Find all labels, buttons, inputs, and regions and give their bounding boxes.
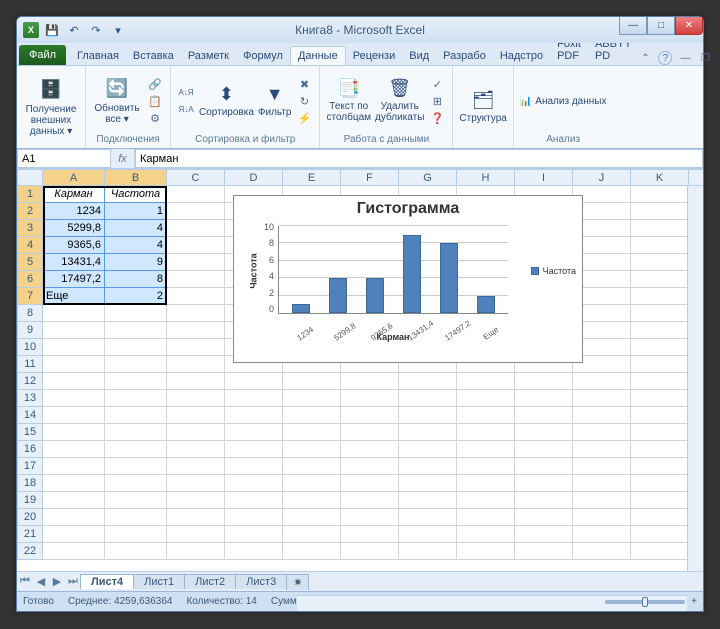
group-get-data: 🗄️ Получение внешних данных ▾ [17, 66, 86, 148]
maximize-button[interactable]: □ [647, 17, 675, 35]
outline-button[interactable]: 🗂 Структура [459, 91, 506, 124]
tab-data[interactable]: Данные [290, 46, 346, 65]
minimize-button[interactable]: — [619, 17, 647, 35]
ribbon: 🗄️ Получение внешних данных ▾ 🔄 Обновить… [17, 65, 703, 149]
y-axis-ticks: 1086420 [250, 222, 274, 314]
tab-home[interactable]: Главная [70, 47, 126, 65]
tab-file[interactable]: Файл [19, 45, 66, 65]
excel-window: X 💾 ↶ ↷ ▾ Книга8 - Microsoft Excel — □ ✕… [16, 16, 704, 612]
tab-formulas[interactable]: Формул [236, 47, 290, 65]
sort-asc-button[interactable]: А↓Я [177, 85, 195, 101]
tab-insert[interactable]: Вставка [126, 47, 181, 65]
properties-icon[interactable]: 📋 [146, 93, 164, 109]
group-sort-filter: А↓Я Я↓А ⬍ Сортировка ▼ Фильтр ✖ ↻ ⚡ Сорт… [171, 66, 320, 148]
chart-legend: Частота [531, 266, 576, 276]
doc-restore-icon[interactable]: ❐ [698, 51, 712, 65]
sheet-tabs-bar: ⏮ ◀ ▶ ⏭ Лист4 Лист1 Лист2 Лист3 ✷ [17, 571, 703, 591]
sheet-tab-2[interactable]: Лист2 [184, 574, 236, 589]
group-connections: 🔄 Обновить все ▾ 🔗 📋 ⚙ Подключения [86, 66, 171, 148]
last-sheet-icon[interactable]: ⏭ [65, 575, 81, 588]
chart-title: Гистограмма [234, 196, 582, 222]
whatif-icon[interactable]: ❓ [428, 110, 446, 126]
connections-icon[interactable]: 🔗 [146, 76, 164, 92]
x-axis-ticks: 12345299,89365,613431,417497,2Еще [278, 325, 508, 334]
ribbon-tabs: Файл Главная Вставка Разметк Формул Данн… [17, 43, 703, 65]
new-sheet-button[interactable]: ✷ [286, 574, 309, 590]
quick-access-toolbar: X 💾 ↶ ↷ ▾ [17, 21, 133, 39]
vertical-scrollbar[interactable] [687, 186, 703, 571]
legend-swatch [531, 267, 539, 275]
worksheet-area[interactable]: ABCDEFGHIJKL1КарманЧастота21234135299,84… [17, 169, 703, 571]
status-average: Среднее: 4259,636364 [68, 596, 173, 607]
formula-bar-row: fx [17, 149, 703, 169]
filter-button[interactable]: ▼ Фильтр [258, 85, 292, 118]
sheet-tab-3[interactable]: Лист3 [235, 574, 287, 589]
zoom-in-button[interactable]: + [691, 596, 697, 607]
formula-bar[interactable] [135, 149, 703, 168]
get-external-data-button[interactable]: 🗄️ Получение внешних данных ▾ [23, 78, 79, 137]
connections-stack: 🔗 📋 ⚙ [146, 76, 164, 126]
close-button[interactable]: ✕ [675, 17, 703, 35]
clear-filter-icon[interactable]: ✖ [295, 76, 313, 92]
first-sheet-icon[interactable]: ⏮ [17, 575, 33, 588]
status-count: Количество: 14 [186, 596, 256, 607]
database-icon: 🗄️ [37, 78, 65, 102]
zoom-slider[interactable] [605, 600, 685, 604]
refresh-all-button[interactable]: 🔄 Обновить все ▾ [92, 77, 142, 125]
reapply-icon[interactable]: ↻ [295, 93, 313, 109]
tab-layout[interactable]: Разметк [181, 47, 236, 65]
outline-icon: 🗂 [472, 91, 495, 111]
undo-icon[interactable]: ↶ [65, 21, 83, 39]
qat-dropdown-icon[interactable]: ▾ [109, 21, 127, 39]
group-data-tools: 📑 Текст по столбцам 🗑 Удалить дубликаты … [320, 66, 453, 148]
text-columns-icon: 📑 [338, 79, 360, 99]
sort-button[interactable]: ⬍ Сортировка [199, 85, 254, 118]
plot-area [278, 226, 508, 314]
group-label-connections: Подключения [92, 134, 164, 146]
redo-icon[interactable]: ↷ [87, 21, 105, 39]
filter-icon: ▼ [266, 85, 284, 105]
data-validation-icon[interactable]: ✓ [428, 76, 446, 92]
advanced-icon[interactable]: ⚡ [295, 110, 313, 126]
tab-developer[interactable]: Разрабо [436, 47, 493, 65]
remove-duplicates-button[interactable]: 🗑 Удалить дубликаты [375, 79, 424, 123]
help-icon[interactable]: ? [658, 51, 672, 65]
sort-desc-button[interactable]: Я↓А [177, 102, 195, 118]
embedded-chart[interactable]: Гистограмма Частота 1086420 12345299,893… [233, 195, 583, 363]
legend-label: Частота [543, 266, 576, 276]
consolidate-icon[interactable]: ⊞ [428, 93, 446, 109]
save-icon[interactable]: 💾 [43, 21, 61, 39]
tab-review[interactable]: Рецензи [346, 47, 403, 65]
name-box[interactable] [17, 149, 111, 168]
tab-addins[interactable]: Надстро [493, 47, 550, 65]
group-label-sort-filter: Сортировка и фильтр [177, 134, 313, 146]
status-ready: Готово [23, 596, 54, 607]
text-to-columns-button[interactable]: 📑 Текст по столбцам [326, 79, 371, 123]
edit-links-icon[interactable]: ⚙ [146, 110, 164, 126]
excel-icon: X [23, 22, 39, 38]
doc-minimize-icon[interactable]: — [678, 51, 692, 65]
minimize-ribbon-icon[interactable]: ⌃ [638, 51, 652, 65]
refresh-icon: 🔄 [103, 77, 131, 101]
data-analysis-button[interactable]: 📊 Анализ данных [520, 96, 607, 107]
sort-icon: ⬍ [219, 85, 234, 105]
group-analysis: 📊 Анализ данных Анализ [514, 66, 613, 148]
next-sheet-icon[interactable]: ▶ [49, 575, 65, 588]
bars-container [279, 226, 508, 313]
sheet-tab-1[interactable]: Лист1 [133, 574, 185, 589]
window-buttons: — □ ✕ [619, 17, 703, 35]
tab-view[interactable]: Вид [402, 47, 436, 65]
group-label-analysis: Анализ [520, 134, 607, 146]
group-outline: 🗂 Структура [453, 66, 513, 148]
fx-icon[interactable]: fx [111, 149, 135, 168]
titlebar: X 💾 ↶ ↷ ▾ Книга8 - Microsoft Excel — □ ✕ [17, 17, 703, 43]
group-label-data-tools: Работа с данными [326, 134, 446, 146]
prev-sheet-icon[interactable]: ◀ [33, 575, 49, 588]
analysis-icon: 📊 [520, 96, 532, 107]
remove-dup-icon: 🗑 [388, 79, 411, 99]
sheet-tab-0[interactable]: Лист4 [80, 574, 134, 589]
